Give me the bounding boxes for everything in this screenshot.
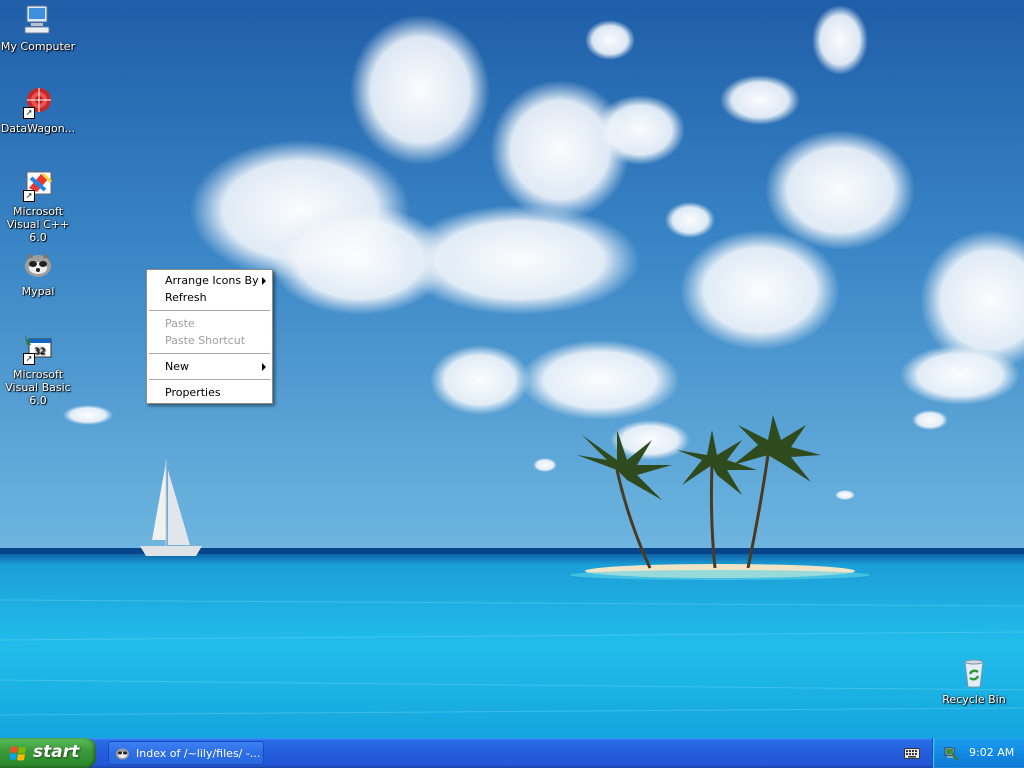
- menu-item-label: Paste: [165, 317, 195, 330]
- my-computer-icon: [21, 3, 55, 37]
- menu-item-new[interactable]: New: [147, 358, 272, 375]
- mypal-icon: [116, 748, 129, 760]
- desktop-icon-my-computer[interactable]: My Computer: [0, 3, 78, 53]
- keyboard-language-icon[interactable]: [904, 746, 920, 760]
- desktop-icon-label: My Computer: [0, 40, 76, 53]
- menu-item-label: New: [165, 360, 189, 373]
- menu-item-label: Paste Shortcut: [165, 334, 246, 347]
- desktop-icon-recycle-bin[interactable]: Recycle Bin: [934, 656, 1014, 706]
- system-tray: 9:02 AM: [932, 738, 1024, 768]
- menu-item-paste: Paste: [147, 315, 272, 332]
- taskbar-button-label: Index of /~lily/files/ -...: [136, 747, 261, 760]
- visual-basic-icon: 32 ↗: [21, 331, 55, 365]
- desktop-icon-visual-basic[interactable]: 32 ↗ Microsoft Visual Basic 6.0: [0, 331, 78, 407]
- menu-item-label: Arrange Icons By: [165, 274, 259, 287]
- taskbar-button-browser[interactable]: Index of /~lily/files/ -...: [108, 741, 264, 765]
- menu-item-refresh[interactable]: Refresh: [147, 289, 272, 306]
- submenu-arrow-icon: [262, 277, 266, 285]
- menu-separator: [149, 379, 270, 380]
- datawagon-icon: ↗: [21, 85, 55, 119]
- desktop-icon-label: Recycle Bin: [942, 693, 1006, 706]
- windows-flag-icon: [10, 746, 26, 761]
- shortcut-arrow-icon: ↗: [23, 353, 35, 365]
- shortcut-arrow-icon: ↗: [23, 107, 35, 119]
- menu-item-properties[interactable]: Properties: [147, 384, 272, 401]
- menu-item-arrange-icons-by[interactable]: Arrange Icons By: [147, 272, 272, 289]
- taskbar: start Index of /~lily/files/ -... 9:02 A…: [0, 738, 1024, 768]
- desktop-icon-label: Mypal: [21, 285, 55, 298]
- start-label: start: [33, 742, 80, 762]
- desktop-icon-label: Microsoft Visual Basic 6.0: [5, 368, 71, 407]
- shortcut-arrow-icon: ↗: [23, 190, 35, 202]
- visual-cpp-icon: ↗: [21, 168, 55, 202]
- submenu-arrow-icon: [262, 363, 266, 371]
- desktop-context-menu: Arrange Icons By Refresh Paste Paste Sho…: [146, 269, 273, 404]
- desktop-icon-mypal[interactable]: Mypal: [0, 248, 78, 298]
- desktop-icon-label: DataWagon...: [0, 122, 76, 135]
- desktop-icon-visual-cpp[interactable]: ↗ Microsoft Visual C++ 6.0: [0, 168, 78, 244]
- start-button[interactable]: start: [0, 738, 96, 768]
- menu-item-paste-shortcut: Paste Shortcut: [147, 332, 272, 349]
- menu-separator: [149, 310, 270, 311]
- network-connection-icon[interactable]: [943, 745, 959, 761]
- menu-separator: [149, 353, 270, 354]
- recycle-bin-icon: [957, 656, 991, 690]
- desktop-icon-label: Microsoft Visual C++ 6.0: [6, 205, 70, 244]
- menu-item-label: Refresh: [165, 291, 207, 304]
- desktop-icon-datawagon[interactable]: ↗ DataWagon...: [0, 85, 78, 135]
- menu-item-label: Properties: [165, 386, 221, 399]
- svg-text:32: 32: [34, 347, 45, 357]
- taskbar-clock[interactable]: 9:02 AM: [969, 746, 1014, 759]
- mypal-icon: [21, 248, 55, 282]
